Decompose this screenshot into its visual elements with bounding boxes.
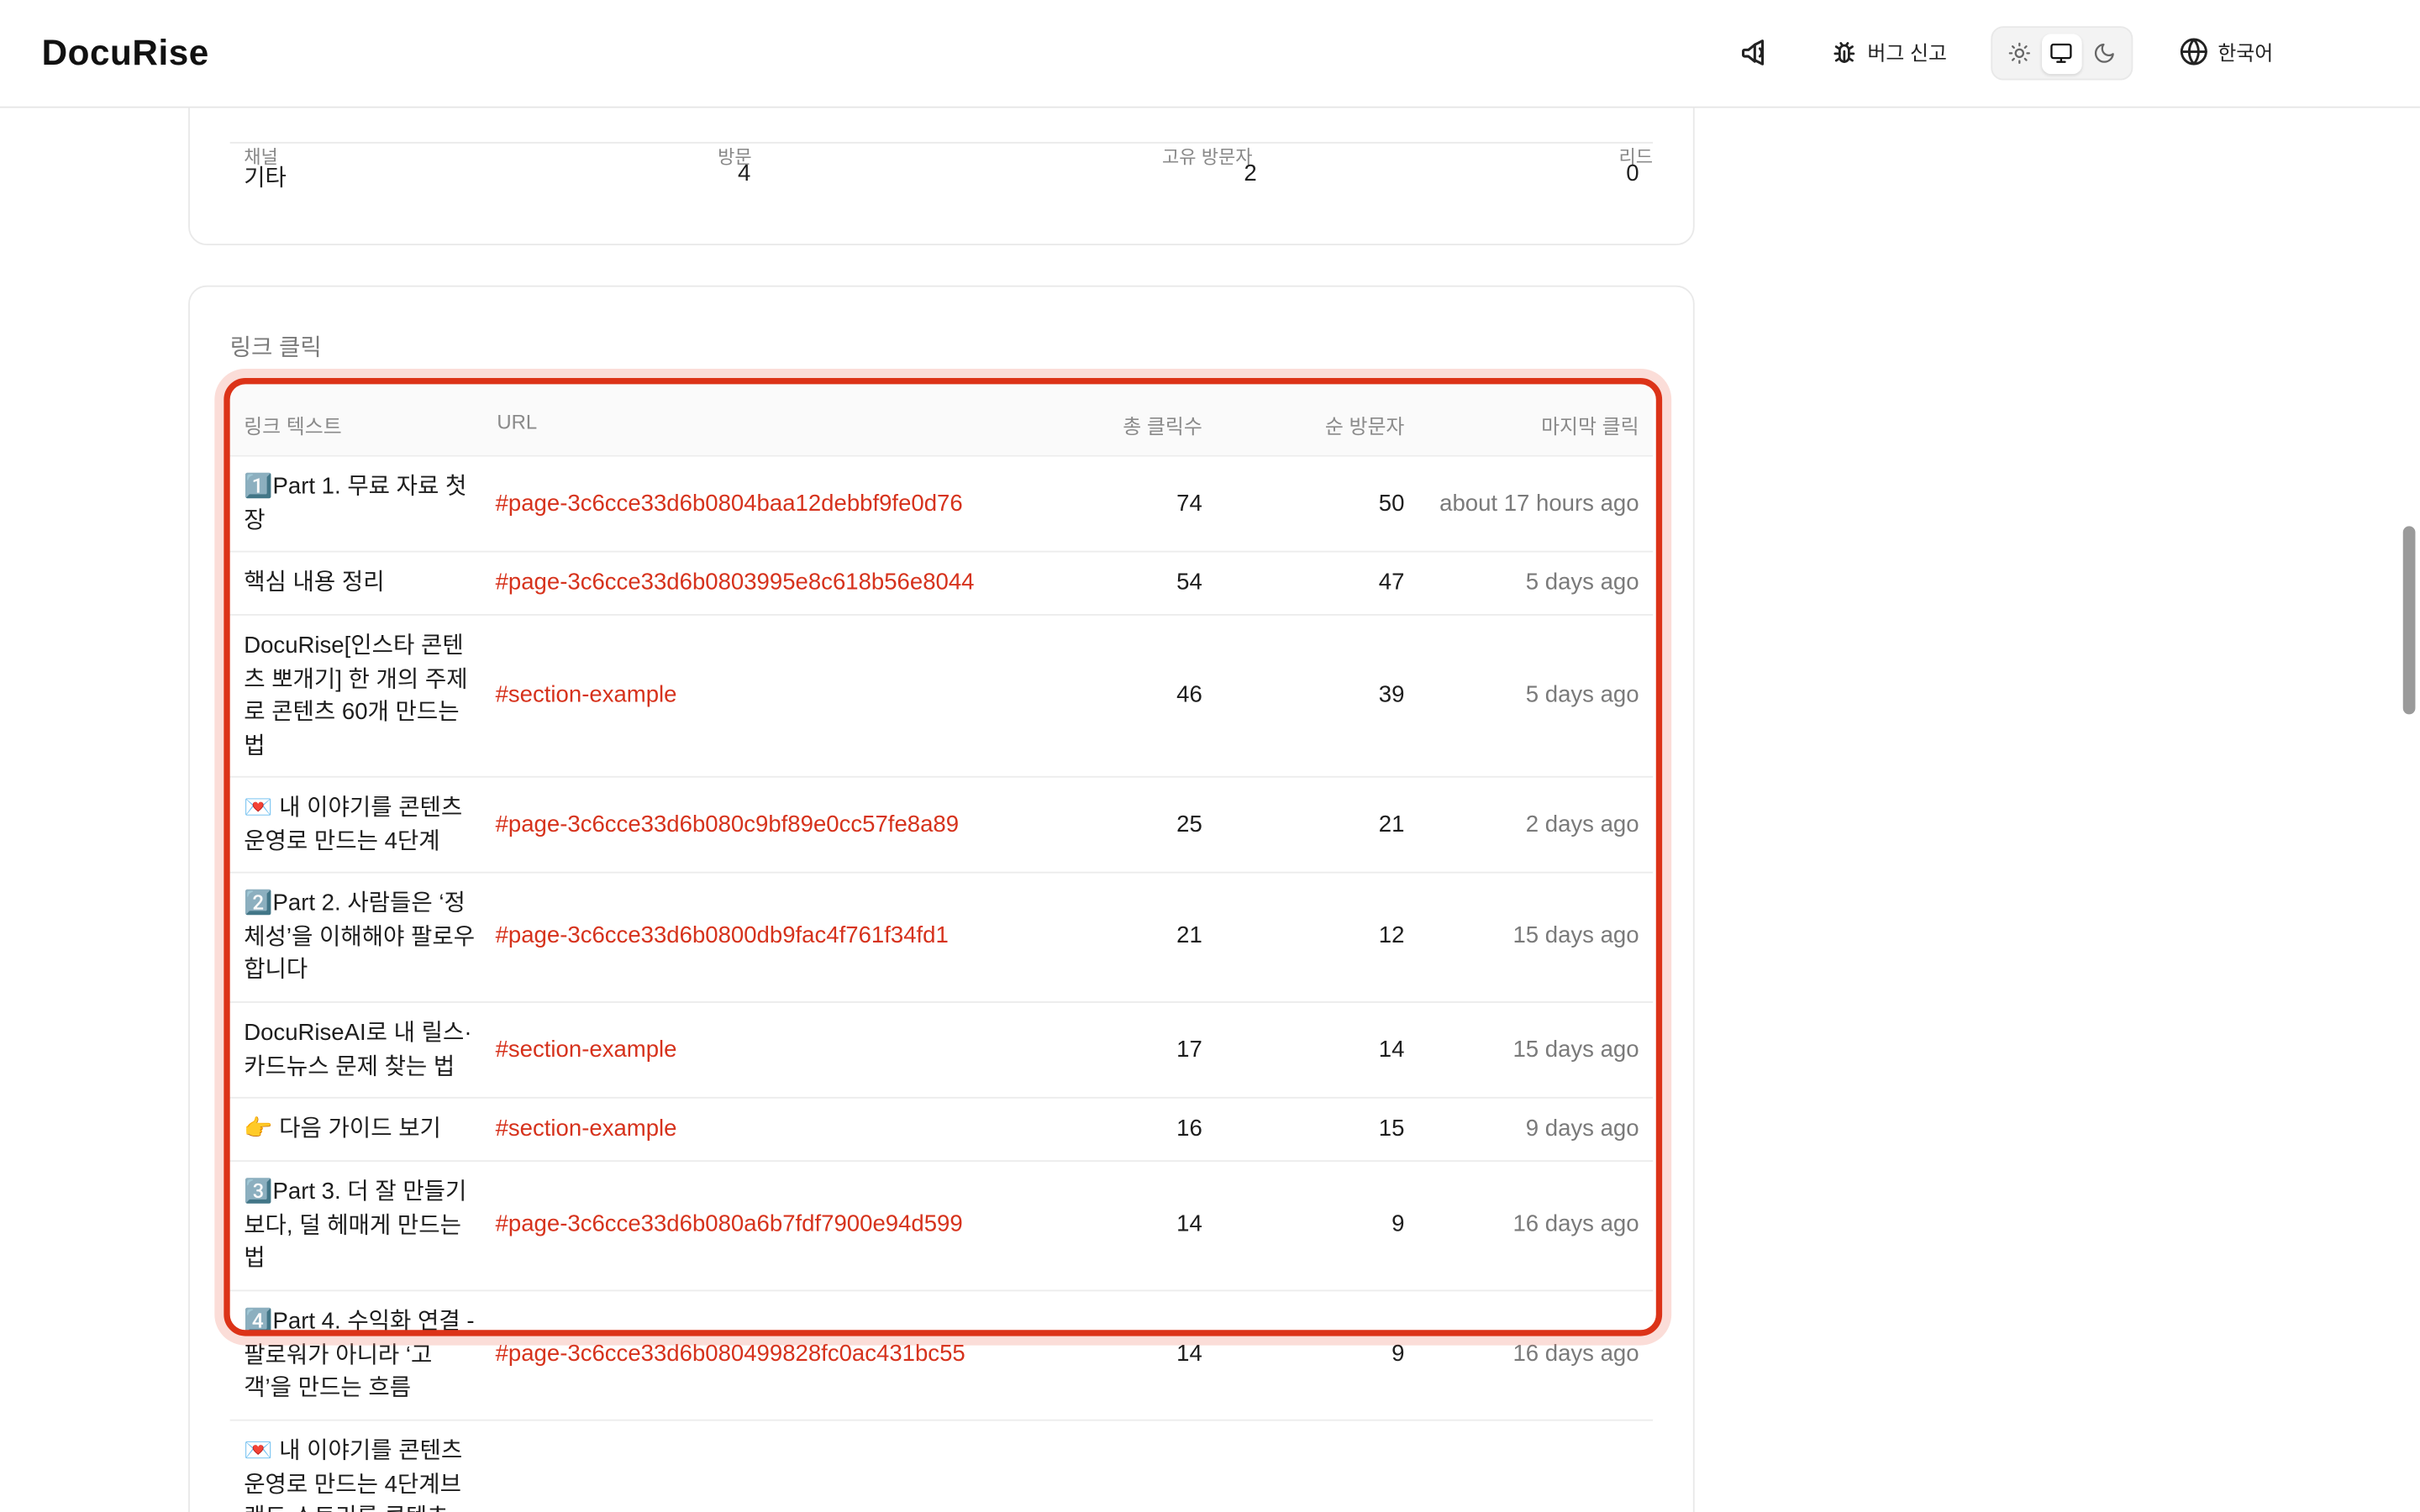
total-clicks: 54 xyxy=(1176,569,1202,596)
link-text: 1️⃣Part 1. 무료 자료 첫 장 xyxy=(244,473,467,533)
table-header: 링크 텍스트 URL 총 클릭수 순 방문자 마지막 클릭 xyxy=(229,382,1654,457)
unique-visitors: 12 xyxy=(1378,922,1405,949)
table-row: 2️⃣Part 2. 사람들은 ‘정체성’을 이해해야 팔로우합니다 #page… xyxy=(229,874,1654,1003)
scrollbar-thumb[interactable] xyxy=(2402,526,2416,715)
link-clicks-card: 링크 클릭 링크 텍스트 URL 총 클릭수 순 방문자 마지막 클릭 1️⃣P… xyxy=(188,285,1695,1512)
column-link-text: 링크 텍스트 xyxy=(244,415,342,438)
last-click: about 17 hours ago xyxy=(1439,491,1639,517)
link-clicks-table: 링크 텍스트 URL 총 클릭수 순 방문자 마지막 클릭 1️⃣Part 1.… xyxy=(229,382,1654,1512)
table-row: 1️⃣Part 1. 무료 자료 첫 장 #page-3c6cce33d6b08… xyxy=(229,457,1654,553)
link-text: 💌 내 이야기를 콘텐츠 운영로 만드는 4단계 xyxy=(244,794,463,854)
table-row: 💌 내 이야기를 콘텐츠 운영로 만드는 4단계브랜드 스토리를 콘텐츠 으 xyxy=(230,1421,1653,1512)
moon-icon xyxy=(2094,43,2114,63)
globe-icon xyxy=(2180,38,2207,66)
table-row: 기타 4 2 0 xyxy=(230,144,1653,205)
last-click: 16 days ago xyxy=(1512,1341,1639,1368)
bug-report-button[interactable]: 버그 신고 xyxy=(1830,37,1947,66)
logo[interactable]: DocuRise xyxy=(42,33,209,75)
last-click: 2 days ago xyxy=(1525,811,1639,838)
link-url[interactable]: #page-3c6cce33d6b0800db9fac4f761f34fd1 xyxy=(496,922,949,948)
language-label: 한국어 xyxy=(2217,41,2274,66)
table-row: 3️⃣Part 3. 더 잘 만들기보다, 덜 헤매게 만드는 법 #page-… xyxy=(229,1162,1654,1292)
link-text: 4️⃣Part 4. 수익화 연결 - 팔로워가 아니라 ‘고객’을 만드는 흐… xyxy=(244,1308,475,1402)
last-click: 9 days ago xyxy=(1525,1115,1639,1142)
unique-visitors: 9 xyxy=(1392,1341,1405,1368)
visits-value: 4 xyxy=(737,160,751,187)
link-url[interactable]: #page-3c6cce33d6b080a6b7fdf7900e94d599 xyxy=(496,1211,963,1237)
channel-name: 기타 xyxy=(244,165,287,192)
theme-dark-button[interactable] xyxy=(2084,33,2124,73)
link-url[interactable]: #page-3c6cce33d6b080499828fc0ac431bc55 xyxy=(496,1341,965,1367)
page-root: 채널 방문 고유 방문자 리드 기타 4 2 0 링크 클릭 링크 텍스트 UR… xyxy=(0,0,2420,1512)
theme-light-button[interactable] xyxy=(2000,33,2040,73)
unique-visitors: 21 xyxy=(1378,811,1405,838)
leads-value: 0 xyxy=(1626,160,1639,187)
link-url[interactable]: #page-3c6cce33d6b0804baa12debbf9fe0d76 xyxy=(496,491,963,517)
unique-visitors: 9 xyxy=(1392,1210,1405,1238)
top-bar: DocuRise 버그 신고 한국어 xyxy=(0,0,2420,108)
theme-switcher xyxy=(1991,26,2133,81)
unique-value: 2 xyxy=(1244,160,1257,187)
megaphone-icon[interactable] xyxy=(1739,37,1770,68)
table-row: 4️⃣Part 4. 수익화 연결 - 팔로워가 아니라 ‘고객’을 만드는 흐… xyxy=(229,1291,1654,1421)
unique-visitors: 14 xyxy=(1378,1037,1405,1063)
link-text: 👉 다음 가이드 보기 xyxy=(244,1115,441,1142)
table-row: 핵심 내용 정리 #page-3c6cce33d6b0803995e8c618b… xyxy=(229,553,1654,616)
last-click: 15 days ago xyxy=(1512,1037,1639,1063)
column-url: URL xyxy=(497,410,538,434)
unique-visitors: 50 xyxy=(1378,491,1405,517)
total-clicks: 21 xyxy=(1176,922,1202,949)
column-last-click: 마지막 클릭 xyxy=(1541,415,1639,438)
table-row: 💌 내 이야기를 콘텐츠 운영로 만드는 4단계 #page-3c6cce33d… xyxy=(229,778,1654,874)
unique-visitors: 15 xyxy=(1378,1115,1405,1142)
language-selector[interactable]: 한국어 xyxy=(2179,37,2273,66)
total-clicks: 16 xyxy=(1176,1115,1202,1142)
table-row: 👉 다음 가이드 보기 #section-example 16 15 9 day… xyxy=(229,1099,1654,1163)
total-clicks: 74 xyxy=(1176,491,1202,517)
last-click: 5 days ago xyxy=(1525,681,1639,709)
link-url[interactable]: #section-example xyxy=(496,1037,677,1063)
total-clicks: 14 xyxy=(1176,1210,1202,1238)
bug-report-label: 버그 신고 xyxy=(1867,41,1947,66)
monitor-icon xyxy=(2051,43,2073,63)
last-click: 15 days ago xyxy=(1512,922,1639,949)
link-url[interactable]: #page-3c6cce33d6b080c9bf89e0cc57fe8a89 xyxy=(496,811,959,837)
total-clicks: 14 xyxy=(1176,1341,1202,1368)
total-clicks: 25 xyxy=(1176,811,1202,838)
link-text: DocuRise[인스타 콘텐츠 뽀개기] 한 개의 주제로 콘텐츠 60개 만… xyxy=(244,633,468,759)
link-text: DocuRiseAI로 내 릴스·카드뉴스 문제 찾는 법 xyxy=(244,1020,472,1080)
link-text: 2️⃣Part 2. 사람들은 ‘정체성’을 이해해야 팔로우합니다 xyxy=(244,890,476,984)
unique-visitors: 47 xyxy=(1378,569,1405,596)
bug-icon xyxy=(1833,41,1855,62)
total-clicks: 46 xyxy=(1176,681,1202,709)
table-row: DocuRise[인스타 콘텐츠 뽀개기] 한 개의 주제로 콘텐츠 60개 만… xyxy=(229,616,1654,778)
theme-system-button[interactable] xyxy=(2041,33,2082,74)
last-click: 5 days ago xyxy=(1525,569,1639,596)
total-clicks: 17 xyxy=(1176,1037,1202,1063)
link-text: 💌 내 이야기를 콘텐츠 운영로 만드는 4단계브랜드 스토리를 콘텐츠 으 xyxy=(244,1437,463,1512)
column-total-clicks: 총 클릭수 xyxy=(1123,415,1202,438)
sun-icon xyxy=(2008,42,2031,64)
last-click: 16 days ago xyxy=(1512,1210,1639,1238)
link-url[interactable]: #page-3c6cce33d6b0803995e8c618b56e8044 xyxy=(496,570,975,596)
section-title: 링크 클릭 xyxy=(229,334,322,361)
link-url[interactable]: #section-example xyxy=(496,1116,677,1142)
column-unique-visitors: 순 방문자 xyxy=(1324,415,1405,438)
link-text: 3️⃣Part 3. 더 잘 만들기보다, 덜 헤매게 만드는 법 xyxy=(244,1179,467,1273)
table-row: DocuRiseAI로 내 릴스·카드뉴스 문제 찾는 법 #section-e… xyxy=(229,1003,1654,1099)
unique-visitors: 39 xyxy=(1378,681,1405,709)
link-url[interactable]: #section-example xyxy=(496,682,677,708)
link-text: 핵심 내용 정리 xyxy=(244,569,385,596)
